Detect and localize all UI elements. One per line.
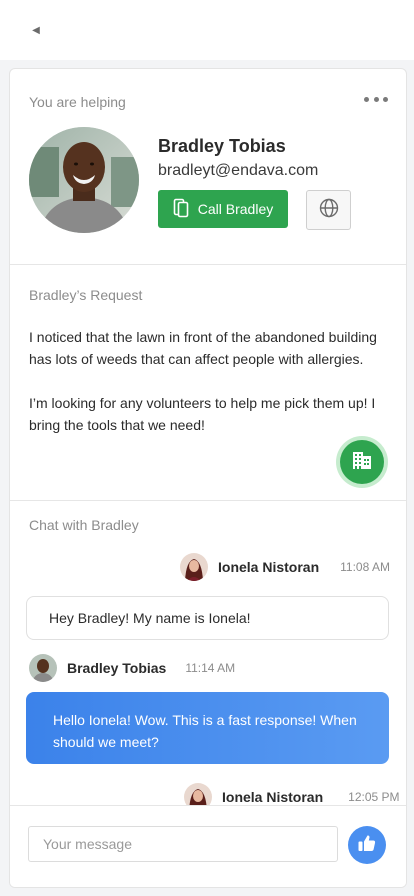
globe-icon — [319, 198, 339, 223]
message-time: 12:05 PM — [348, 790, 400, 804]
user-name: Bradley Tobias — [158, 136, 286, 156]
sender-name: Bradley Tobias — [67, 660, 167, 676]
send-like-button[interactable] — [348, 826, 386, 864]
request-text: I noticed that the lawn in front of the … — [29, 326, 389, 458]
message-bubble: Hey Bradley! My name is Ionela! — [26, 596, 389, 640]
message-time: 11:08 AM — [340, 560, 390, 574]
call-button[interactable]: Call Bradley — [158, 190, 288, 228]
helping-label: You are helping — [29, 94, 126, 110]
message-bubble: Hello Ionela! Wow. This is a fast respon… — [26, 692, 389, 764]
globe-button[interactable] — [306, 190, 351, 230]
avatar — [29, 654, 57, 682]
user-email: bradleyt@endava.com — [158, 162, 319, 179]
top-bar: ◀ — [0, 0, 414, 60]
sender-name: Ionela Nistoran — [218, 559, 320, 575]
call-button-label: Call Bradley — [197, 201, 274, 217]
help-card: You are helping Bradley Tobias bradleyt@… — [9, 68, 407, 888]
message-time: 11:14 AM — [185, 661, 236, 675]
sender-name: Ionela Nistoran — [222, 789, 324, 805]
building-button[interactable] — [336, 436, 388, 488]
thumbs-up-icon — [357, 833, 377, 858]
avatar — [180, 553, 208, 581]
message-input[interactable] — [28, 826, 338, 862]
divider — [10, 264, 406, 265]
phone-icon — [173, 198, 189, 221]
request-paragraph: I noticed that the lawn in front of the … — [29, 329, 377, 367]
divider — [10, 500, 406, 501]
back-arrow-icon[interactable]: ◀ — [27, 21, 45, 39]
request-label: Bradley’s Request — [29, 287, 143, 303]
message-composer — [10, 805, 406, 887]
building-icon — [352, 450, 372, 475]
chat-label: Chat with Bradley — [29, 517, 139, 533]
profile-photo — [29, 127, 139, 233]
message-header: Bradley Tobias 11:14 AM — [29, 654, 235, 682]
request-paragraph: I’m looking for any volunteers to help m… — [29, 395, 376, 433]
more-dots-icon[interactable] — [364, 92, 388, 106]
message-header: Ionela Nistoran 11:08 AM — [180, 553, 390, 581]
